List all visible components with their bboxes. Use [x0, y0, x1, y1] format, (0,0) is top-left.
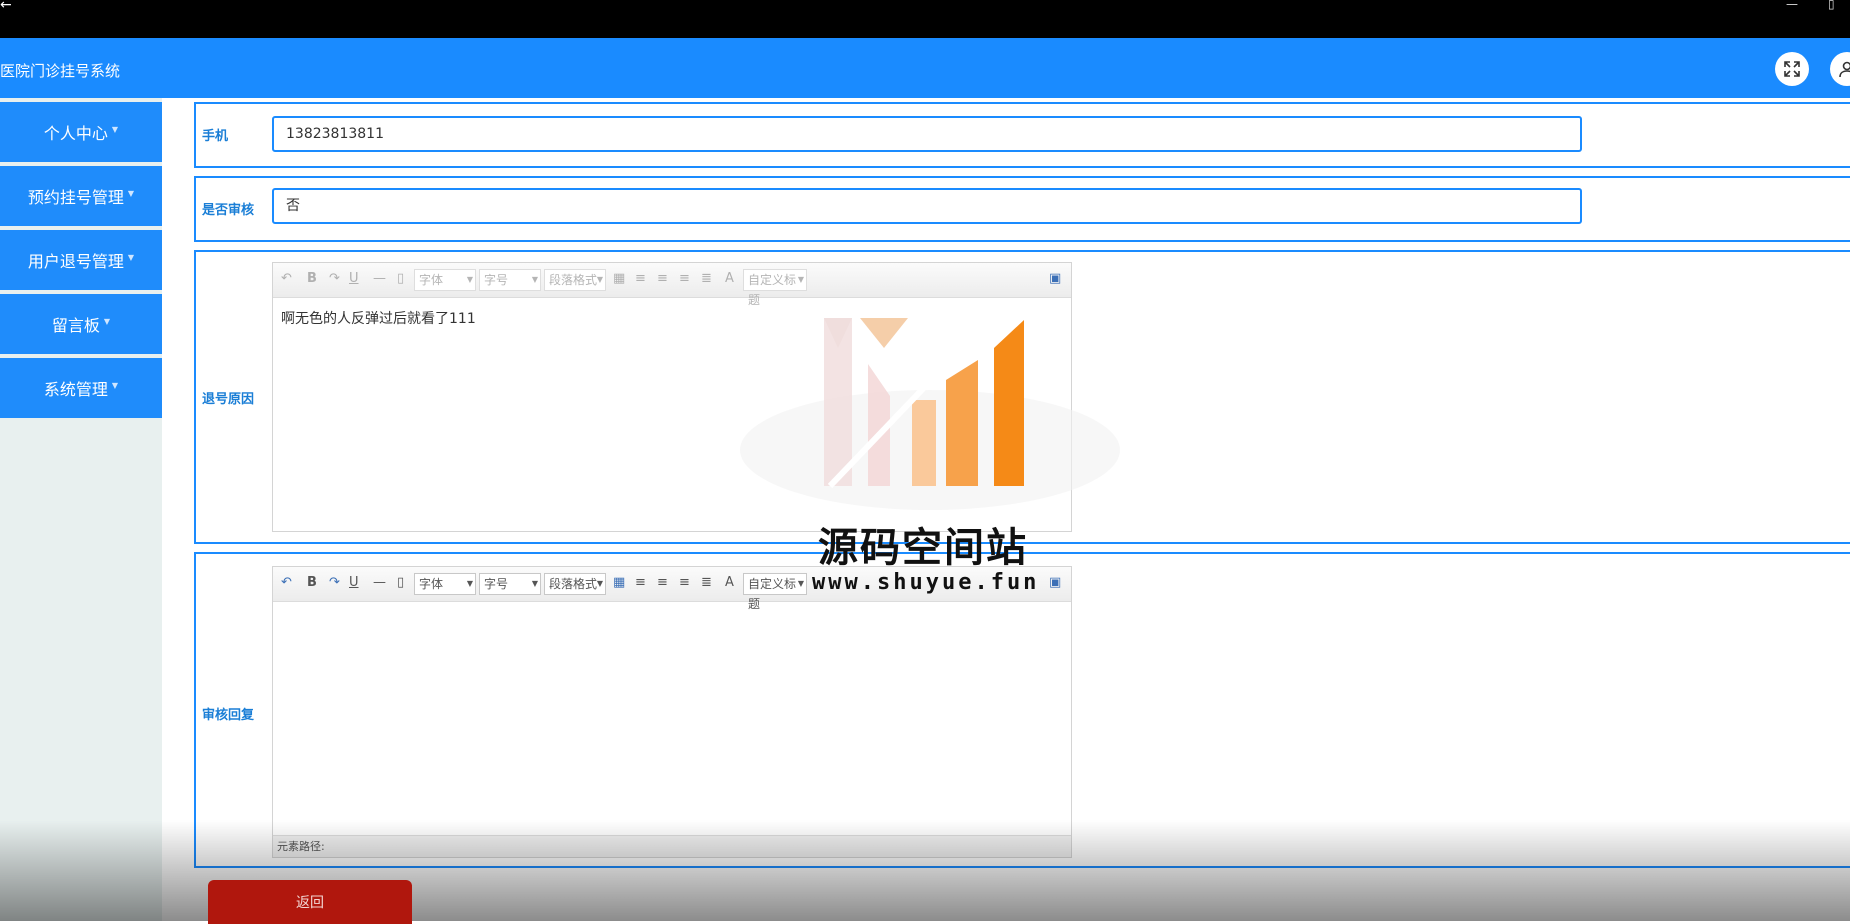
align-left-icon[interactable]: ≡ — [635, 271, 646, 286]
caret-down-icon: ▼ — [467, 574, 473, 594]
user-avatar-button[interactable] — [1830, 52, 1850, 86]
sidebar-item-label: 预约挂号管理 — [28, 184, 124, 208]
source-code-icon[interactable]: ▣ — [1049, 575, 1061, 590]
table-icon[interactable]: ▦ — [613, 271, 625, 286]
restore-icon[interactable]: ▯ — [1828, 0, 1835, 8]
sidebar-item-appointment[interactable]: 预约挂号管理 ▼ — [0, 166, 162, 230]
sidebar-item-message-board[interactable]: 留言板 ▼ — [0, 294, 162, 358]
minimize-icon[interactable]: — — [1786, 0, 1798, 8]
custom-title-select[interactable]: 自定义标题▼ — [743, 573, 807, 595]
bold-button[interactable]: B — [307, 271, 317, 286]
page-icon[interactable]: ▯ — [397, 575, 404, 590]
sidebar-item-label: 用户退号管理 — [28, 248, 124, 272]
font-family-select[interactable]: 字体 ▼ — [414, 573, 476, 595]
reply-editor: ↶ B ↷ U — ▯ 字体▼ 字号▼ 段落格式▼ ▦ ≡ ≡ ≡ ≣ A 自定… — [272, 566, 1072, 858]
font-color-button[interactable]: A — [725, 271, 734, 286]
align-justify-icon[interactable]: ≣ — [701, 575, 712, 590]
sidebar-item-personal-center[interactable]: 个人中心 ▼ — [0, 102, 162, 166]
caret-down-icon: ▼ — [798, 270, 804, 290]
font-size-value: 字号 — [484, 273, 508, 287]
table-icon[interactable]: ▦ — [613, 575, 625, 590]
align-center-icon[interactable]: ≡ — [679, 575, 690, 590]
back-arrow-icon[interactable]: ← — [0, 0, 12, 10]
sidebar-item-cancellation[interactable]: 用户退号管理 ▼ — [0, 230, 162, 294]
caret-down-icon: ▼ — [532, 270, 538, 290]
paragraph-format-value: 段落格式 — [549, 577, 597, 591]
window-titlebar: ← — ▯ — [0, 0, 1850, 38]
reason-editor: ↶ B ↷ U — ▯ 字体▼ 字号▼ 段落格式▼ ▦ ≡ ≡ ≡ ≣ A 自定… — [272, 262, 1072, 532]
caret-down-icon: ▼ — [597, 270, 603, 290]
undo-icon[interactable]: ↶ — [281, 271, 292, 286]
bold-button[interactable]: B — [307, 575, 317, 590]
sidebar-item-label: 系统管理 — [44, 376, 108, 400]
paragraph-format-select[interactable]: 段落格式▼ — [544, 573, 606, 595]
fullscreen-icon — [1783, 60, 1801, 78]
reply-editor-content[interactable] — [273, 602, 1071, 622]
custom-title-select[interactable]: 自定义标题▼ — [743, 269, 807, 291]
align-justify-icon[interactable]: ≣ — [701, 271, 712, 286]
align-right-icon[interactable]: ≡ — [657, 575, 668, 590]
phone-input[interactable]: 13823813811 — [272, 116, 1582, 152]
font-color-button[interactable]: A — [725, 575, 734, 590]
caret-down-icon: ▼ — [798, 574, 804, 594]
caret-down-icon: ▼ — [128, 253, 134, 262]
sidebar-item-system[interactable]: 系统管理 ▼ — [0, 358, 162, 422]
app-header: 医院门诊挂号系统 — [0, 38, 1850, 98]
paragraph-format-value: 段落格式 — [549, 273, 597, 287]
horizontal-rule-icon[interactable]: — — [373, 271, 386, 286]
align-right-icon[interactable]: ≡ — [657, 271, 668, 286]
element-path-bar: 元素路径: — [273, 835, 1071, 857]
font-size-select[interactable]: 字号 ▼ — [479, 269, 541, 291]
horizontal-rule-icon[interactable]: — — [373, 575, 386, 590]
audit-input[interactable]: 否 — [272, 188, 1582, 224]
caret-down-icon: ▼ — [597, 574, 603, 594]
audit-row: 是否审核 否 — [194, 176, 1850, 242]
caret-down-icon: ▼ — [467, 270, 473, 290]
back-button[interactable]: 返回 — [208, 880, 412, 924]
caret-down-icon: ▼ — [104, 317, 110, 326]
caret-down-icon: ▼ — [112, 381, 118, 390]
font-family-select[interactable]: 字体 ▼ — [414, 269, 476, 291]
reason-editor-content[interactable]: 啊无色的人反弹过后就看了111 — [273, 298, 1071, 338]
page-icon[interactable]: ▯ — [397, 271, 404, 286]
underline-button[interactable]: U — [349, 575, 359, 590]
paragraph-format-select[interactable]: 段落格式▼ — [544, 269, 606, 291]
font-size-value: 字号 — [484, 577, 508, 591]
phone-row: 手机 13823813811 — [194, 102, 1850, 168]
audit-label: 是否审核 — [202, 199, 254, 218]
sidebar-item-label: 个人中心 — [44, 120, 108, 144]
user-icon — [1838, 60, 1850, 78]
font-size-select[interactable]: 字号 ▼ — [479, 573, 541, 595]
align-center-icon[interactable]: ≡ — [679, 271, 690, 286]
redo-icon[interactable]: ↷ — [329, 575, 340, 590]
caret-down-icon: ▼ — [532, 574, 538, 594]
main-content: 手机 13823813811 是否审核 否 退号原因 ↶ B ↷ U — ▯ 字… — [162, 98, 1850, 921]
font-family-value: 字体 — [419, 273, 443, 287]
reply-editor-toolbar: ↶ B ↷ U — ▯ 字体▼ 字号▼ 段落格式▼ ▦ ≡ ≡ ≡ ≣ A 自定… — [273, 567, 1071, 602]
sidebar-item-label: 留言板 — [52, 312, 100, 336]
reply-label: 审核回复 — [202, 704, 254, 723]
undo-icon[interactable]: ↶ — [281, 575, 292, 590]
caret-down-icon: ▼ — [112, 125, 118, 134]
underline-button[interactable]: U — [349, 271, 359, 286]
caret-down-icon: ▼ — [128, 189, 134, 198]
redo-icon[interactable]: ↷ — [329, 271, 340, 286]
reason-editor-toolbar: ↶ B ↷ U — ▯ 字体▼ 字号▼ 段落格式▼ ▦ ≡ ≡ ≡ ≣ A 自定… — [273, 263, 1071, 298]
phone-label: 手机 — [202, 125, 228, 144]
sidebar: 个人中心 ▼ 预约挂号管理 ▼ 用户退号管理 ▼ 留言板 ▼ 系统管理 ▼ — [0, 98, 162, 921]
reason-row: 退号原因 ↶ B ↷ U — ▯ 字体▼ 字号▼ 段落格式▼ ▦ ≡ ≡ ≡ ≣… — [194, 250, 1850, 544]
source-code-icon[interactable]: ▣ — [1049, 271, 1061, 286]
align-left-icon[interactable]: ≡ — [635, 575, 646, 590]
reply-row: 审核回复 ↶ B ↷ U — ▯ 字体▼ 字号▼ 段落格式▼ ▦ ≡ ≡ ≡ ≣… — [194, 552, 1850, 868]
font-family-value: 字体 — [419, 577, 443, 591]
fullscreen-button[interactable] — [1775, 52, 1809, 86]
reason-label: 退号原因 — [202, 388, 254, 407]
app-title: 医院门诊挂号系统 — [0, 60, 120, 81]
